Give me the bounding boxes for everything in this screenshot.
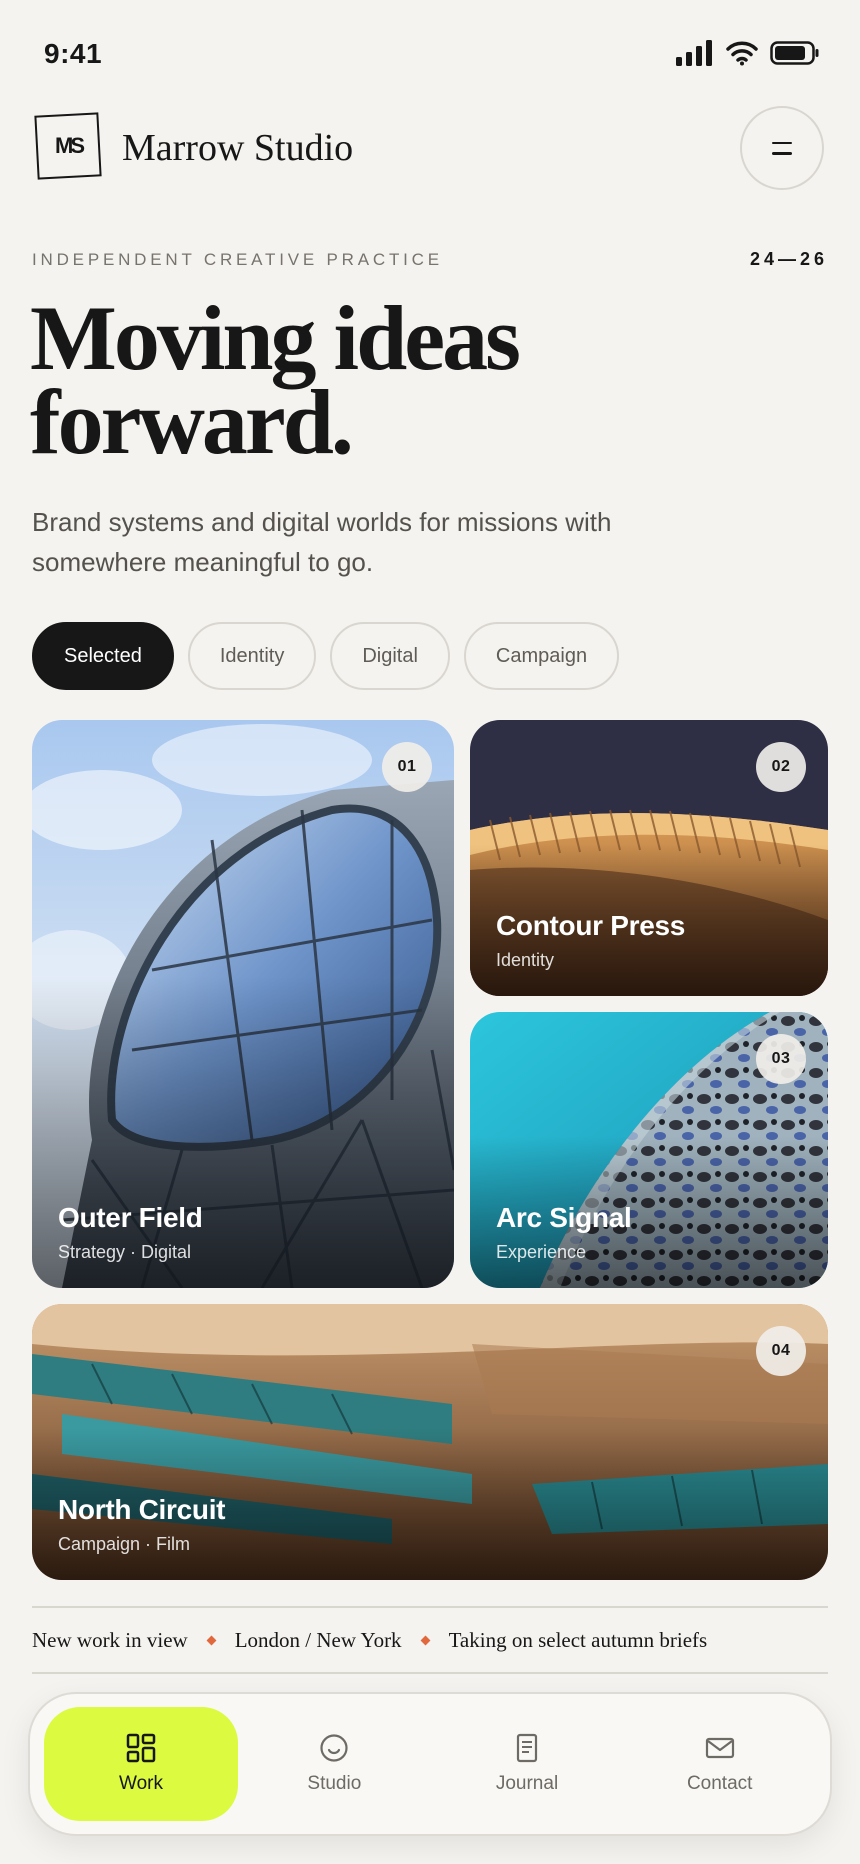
project-tags: Strategy · Digital (58, 1242, 192, 1262)
project-number: 01 (382, 742, 432, 792)
project-title: North Circuit (58, 1494, 226, 1525)
filter-chip-digital[interactable]: Digital (330, 622, 450, 690)
hero-title: Moving ideas forward. (30, 292, 730, 468)
ticker-item: London / New York (234, 1627, 402, 1652)
years-label: 24—26 (749, 249, 828, 269)
battery-icon (770, 41, 819, 65)
status-bar: 9:41 (0, 0, 860, 110)
nav-item-contact[interactable]: Contact (623, 1707, 816, 1821)
header: MS Marrow Studio (32, 106, 828, 190)
filter-chip-campaign[interactable]: Campaign (463, 622, 620, 690)
smile-icon (320, 1734, 348, 1762)
filter-chips: Selected Identity Digital Campaign (32, 622, 620, 690)
wifi-icon (726, 41, 758, 66)
bottom-nav: Work Studio Journal Contact (28, 1692, 832, 1836)
project-title: Contour Press (496, 910, 686, 941)
project-card-arc-signal[interactable]: 03 Arc Signal Experience (470, 1012, 828, 1288)
nav-label: Work (119, 1773, 163, 1794)
project-number: 02 (756, 742, 806, 792)
nav-item-work[interactable]: Work (44, 1707, 238, 1821)
eyebrow-text: INDEPENDENT CREATIVE PRACTICE (32, 250, 443, 269)
nav-label: Journal (495, 1773, 559, 1794)
project-number: 03 (756, 1034, 806, 1084)
project-card-outer-field[interactable]: 01 Outer Field Strategy · Digital (32, 720, 454, 1288)
hero-title-line-2: forward. (30, 371, 354, 473)
project-title: Outer Field (58, 1202, 203, 1233)
news-ticker: New work in view London / New York Takin… (32, 1606, 828, 1674)
project-number: 04 (756, 1326, 806, 1376)
ticker-item: Taking on select autumn briefs (448, 1627, 708, 1652)
status-time: 9:41 (44, 38, 103, 69)
nav-item-studio[interactable]: Studio (238, 1707, 431, 1821)
filter-chip-selected[interactable]: Selected (32, 622, 174, 690)
project-tags: Identity (496, 950, 555, 970)
signal-icon (676, 40, 712, 66)
diamond-icon (206, 1635, 217, 1645)
brand-name[interactable]: Marrow Studio (122, 126, 353, 170)
nav-label: Studio (307, 1773, 362, 1794)
status-icons (676, 40, 820, 66)
filter-chip-identity[interactable]: Identity (187, 622, 317, 690)
project-title: Arc Signal (496, 1202, 632, 1233)
logo[interactable]: MS (34, 112, 102, 180)
project-card-contour-press[interactable]: 02 Contour Press Identity (470, 720, 828, 996)
nav-label: Contact (686, 1773, 753, 1794)
document-icon (516, 1733, 538, 1763)
grid-icon (126, 1733, 156, 1763)
project-tags: Campaign · Film (58, 1534, 191, 1554)
ticker-item: New work in view (32, 1627, 188, 1652)
project-tags: Experience (496, 1242, 587, 1262)
project-card-north-circuit[interactable]: 04 North Circuit Campaign · Film (32, 1304, 828, 1580)
logo-text: MS (54, 133, 82, 158)
mail-icon (705, 1737, 734, 1759)
menu-icon (772, 141, 792, 144)
nav-item-journal[interactable]: Journal (431, 1707, 624, 1821)
diamond-icon (420, 1635, 431, 1645)
menu-button[interactable] (740, 106, 824, 190)
hero-subtitle: Brand systems and digital worlds for mis… (32, 507, 612, 577)
